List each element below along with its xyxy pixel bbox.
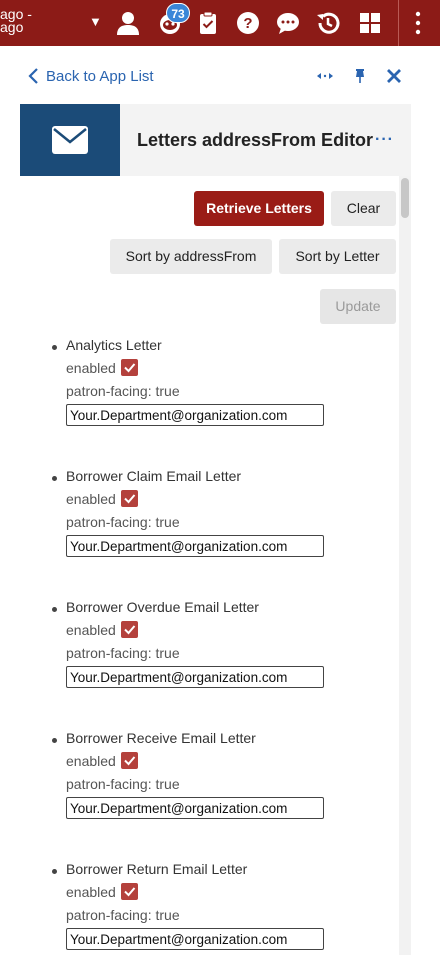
history-icon[interactable] [314,9,342,37]
enabled-label: enabled [66,622,116,638]
clipboard-check-icon[interactable] [194,9,222,37]
app-menu-button[interactable]: ··· [375,131,394,149]
scrollbar-thumb[interactable] [401,178,409,218]
update-button[interactable]: Update [320,289,396,324]
enabled-label: enabled [66,491,116,507]
letter-name: Analytics Letter [66,337,162,353]
address-from-input[interactable] [66,928,324,950]
enabled-checkbox[interactable] [121,883,138,900]
pin-icon[interactable] [350,66,370,86]
letter-name: Borrower Overdue Email Letter [66,599,259,615]
chat-icon[interactable] [274,9,302,37]
toolbar-divider [398,0,399,46]
retrieve-letters-button[interactable]: Retrieve Letters [194,191,324,226]
list-item: Borrower Return Email Letter enabled pat… [0,860,400,955]
list-item: Borrower Claim Email Letter enabled patr… [0,467,400,577]
bullet [52,607,57,612]
back-to-app-list-link[interactable]: Back to App List [26,67,154,85]
enabled-checkbox[interactable] [121,621,138,638]
enabled-checkbox[interactable] [121,752,138,769]
enabled-checkbox[interactable] [121,490,138,507]
patron-facing-label: patron-facing: true [66,645,180,661]
chevron-left-icon [28,68,38,84]
letter-name: Borrower Return Email Letter [66,861,248,877]
patron-facing-label: patron-facing: true [66,383,180,399]
patron-facing-label: patron-facing: true [66,776,180,792]
svg-text:?: ? [243,15,252,32]
letter-name: Borrower Receive Email Letter [66,730,256,746]
scrollbar-track[interactable] [399,176,411,955]
list-item: Analytics Letter enabled patron-facing: … [0,336,400,446]
address-from-input[interactable] [66,404,324,426]
letter-name: Borrower Claim Email Letter [66,468,242,484]
list-item: Borrower Receive Email Letter enabled pa… [0,729,400,839]
notification-badge: 73 [166,3,190,23]
envelope-icon [52,126,88,154]
bullet [52,738,57,743]
close-icon[interactable] [384,66,404,86]
clear-button[interactable]: Clear [331,191,396,226]
back-label: Back to App List [46,67,154,85]
address-from-input[interactable] [66,797,324,819]
sort-by-addressfrom-button[interactable]: Sort by addressFrom [110,239,272,274]
page-title: Letters addressFrom Editor [137,130,374,150]
institution-name[interactable]: ago - ago [0,7,32,35]
enabled-checkbox[interactable] [121,359,138,376]
expand-horizontal-icon[interactable] [315,66,335,86]
enabled-label: enabled [66,753,116,769]
app-icon-tile [20,104,120,176]
enabled-label: enabled [66,884,116,900]
more-vertical-icon[interactable] [415,11,421,35]
apps-grid-icon[interactable] [356,9,384,37]
address-from-input[interactable] [66,666,324,688]
institution-line-2: ago [0,19,24,35]
sort-by-letter-button[interactable]: Sort by Letter [279,239,396,274]
bullet [52,345,57,350]
institution-dropdown-icon[interactable]: ▼ [89,14,102,29]
app-nav: Back to App List [0,60,440,92]
address-from-input[interactable] [66,535,324,557]
top-bar: ago - ago ▼ 73 ? [0,0,440,46]
list-item: Borrower Overdue Email Letter enabled pa… [0,598,400,708]
app-header: Letters addressFrom Editor ··· [20,104,411,176]
enabled-label: enabled [66,360,116,376]
bullet [52,476,57,481]
user-icon[interactable] [114,9,142,37]
help-icon[interactable]: ? [234,9,262,37]
patron-facing-label: patron-facing: true [66,514,180,530]
bullet [52,869,57,874]
patron-facing-label: patron-facing: true [66,907,180,923]
